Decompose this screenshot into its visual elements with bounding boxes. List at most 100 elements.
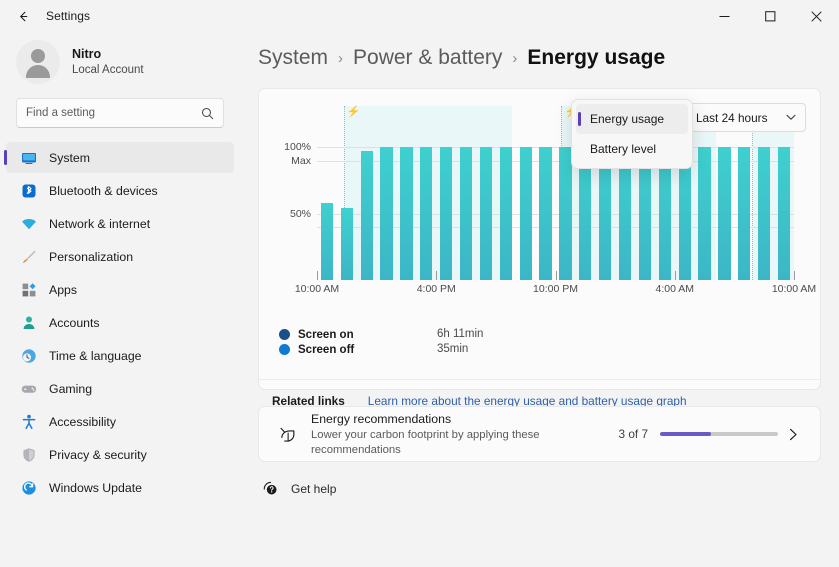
monitor-icon [20, 149, 37, 166]
chart-bar[interactable] [400, 147, 413, 280]
sidebar-item-privacy-security[interactable]: Privacy & security [6, 439, 234, 470]
page-title: Energy usage [527, 46, 666, 69]
chart-x-label: 10:00 AM [771, 283, 817, 295]
help-icon [262, 480, 279, 497]
flyout-item-label: Battery level [590, 142, 657, 156]
chart-bar[interactable] [738, 147, 751, 280]
recommendations-text: Energy recommendations Lower your carbon… [311, 411, 618, 458]
minimize-icon [719, 15, 729, 17]
breadcrumb-power-battery[interactable]: Power & battery [353, 46, 502, 70]
chart-bar[interactable] [340, 208, 353, 280]
title-bar: Settings [0, 0, 839, 32]
search-input[interactable] [26, 107, 201, 119]
chart-bar[interactable] [698, 147, 711, 280]
sidebar-item-label: Time & language [49, 348, 142, 363]
chart-x-axis: 10:00 AM 4:00 PM 10:00 PM 4:00 AM 10:00 AM [295, 271, 816, 306]
chart-bar[interactable] [459, 147, 473, 280]
apps-icon [20, 281, 37, 298]
chart-x-tick [674, 271, 676, 280]
sidebar-item-time-language[interactable]: Time & language [6, 340, 234, 371]
legend-dot [279, 329, 290, 340]
sidebar-item-label: Windows Update [49, 480, 142, 495]
sidebar-item-label: Bluetooth & devices [49, 183, 158, 198]
legend-values: 6h 11min 35min [437, 327, 483, 357]
legend-row-screen-on: Screen on [279, 327, 387, 342]
back-button[interactable] [6, 2, 40, 30]
sidebar-item-gaming[interactable]: Gaming [6, 373, 234, 404]
flyout-item-battery-level[interactable]: Battery level [576, 134, 688, 164]
recommendations-subtitle: Lower your carbon footprint by applying … [311, 428, 540, 456]
energy-usage-card: Last 24 hours ⚡⚡⚡100%Max50% 10:00 AM4:00… [258, 88, 821, 408]
sidebar-item-label: Accounts [49, 315, 100, 330]
sidebar-item-system[interactable]: System [4, 142, 234, 173]
maximize-button[interactable] [747, 0, 793, 32]
chart-bar[interactable] [440, 147, 453, 280]
get-help-row[interactable]: Get help [258, 480, 821, 497]
chart-bar[interactable] [559, 147, 572, 280]
sidebar-nav: System Bluetooth & devices Network & int… [0, 140, 240, 567]
flyout-item-label: Energy usage [590, 112, 665, 126]
sidebar-item-network-internet[interactable]: Network & internet [6, 208, 234, 239]
sidebar-item-label: Accessibility [49, 414, 116, 429]
sidebar-item-label: Gaming [49, 381, 93, 396]
legend-value-screen-off: 35min [437, 343, 469, 355]
chart-bar[interactable] [777, 147, 791, 280]
chevron-right-icon[interactable] [778, 428, 808, 441]
profile-account-type: Local Account [72, 63, 144, 76]
chart-bars: ⚡⚡⚡100%Max50% [284, 106, 794, 280]
settings-window: Settings Nitro Local Account Find a sett… [0, 0, 839, 567]
chart-legend: Screen on Screen off 6h 11min 35min [279, 327, 483, 357]
chart-x-tick [317, 271, 318, 280]
sidebar-item-personalization[interactable]: Personalization [6, 241, 234, 272]
time-range-dropdown[interactable]: Last 24 hours [684, 103, 806, 132]
chart-x-tick [555, 271, 557, 280]
shield-icon [20, 446, 37, 463]
profile-text: Nitro Local Account [72, 47, 144, 78]
chart-bar[interactable] [360, 151, 373, 280]
update-icon [20, 479, 37, 496]
sidebar-item-bluetooth-devices[interactable]: Bluetooth & devices [6, 175, 234, 206]
chart-bar[interactable] [320, 203, 334, 280]
chart-type-flyout: Energy usage Battery level [571, 99, 693, 169]
chart-bar[interactable] [380, 147, 393, 280]
chart-x-label: 10:00 AM [294, 283, 340, 295]
sidebar-item-label: Apps [49, 282, 78, 297]
profile-section[interactable]: Nitro Local Account [0, 32, 240, 98]
sidebar-item-windows-update[interactable]: Windows Update [6, 472, 234, 503]
flyout-item-energy-usage[interactable]: Energy usage [576, 104, 688, 134]
recommendations-count: 3 of 7 [618, 427, 648, 441]
chart-bar[interactable] [499, 147, 512, 280]
time-range-value: Last 24 hours [696, 110, 768, 125]
chart-bar[interactable] [519, 147, 532, 280]
sidebar-item-accessibility[interactable]: Accessibility [6, 406, 234, 437]
chart-bar[interactable] [479, 147, 493, 280]
search-box[interactable] [16, 98, 224, 128]
sidebar-item-label: System [49, 150, 90, 165]
search-icon [201, 107, 214, 120]
sidebar-item-apps[interactable]: Apps [6, 274, 234, 305]
maximize-icon [764, 10, 775, 21]
chart-x-tick [436, 271, 438, 280]
chart-bar[interactable] [539, 147, 552, 280]
chart-bar[interactable] [420, 147, 433, 280]
wifi-icon [20, 215, 37, 232]
charging-start-line [752, 106, 754, 280]
chart-bar[interactable] [718, 147, 731, 280]
breadcrumb-system[interactable]: System [258, 46, 328, 70]
profile-name: Nitro [72, 46, 102, 61]
window-title: Settings [46, 9, 91, 23]
paintbrush-icon [20, 248, 37, 265]
chart-y-label: 100% [284, 141, 311, 154]
close-button[interactable] [793, 0, 839, 32]
chart-y-label: Max [291, 154, 311, 167]
chart-bar[interactable] [758, 147, 771, 280]
leaf-icon [273, 424, 303, 445]
range-selector-wrap: Last 24 hours [684, 103, 806, 132]
recommendations-progress-bar [660, 432, 778, 436]
minimize-button[interactable] [701, 0, 747, 32]
legend-dot [279, 344, 290, 355]
chart-x-tick [794, 271, 795, 280]
energy-recommendations-card[interactable]: Energy recommendations Lower your carbon… [258, 406, 821, 462]
sidebar-item-accounts[interactable]: Accounts [6, 307, 234, 338]
sidebar-item-label: Personalization [49, 249, 134, 264]
